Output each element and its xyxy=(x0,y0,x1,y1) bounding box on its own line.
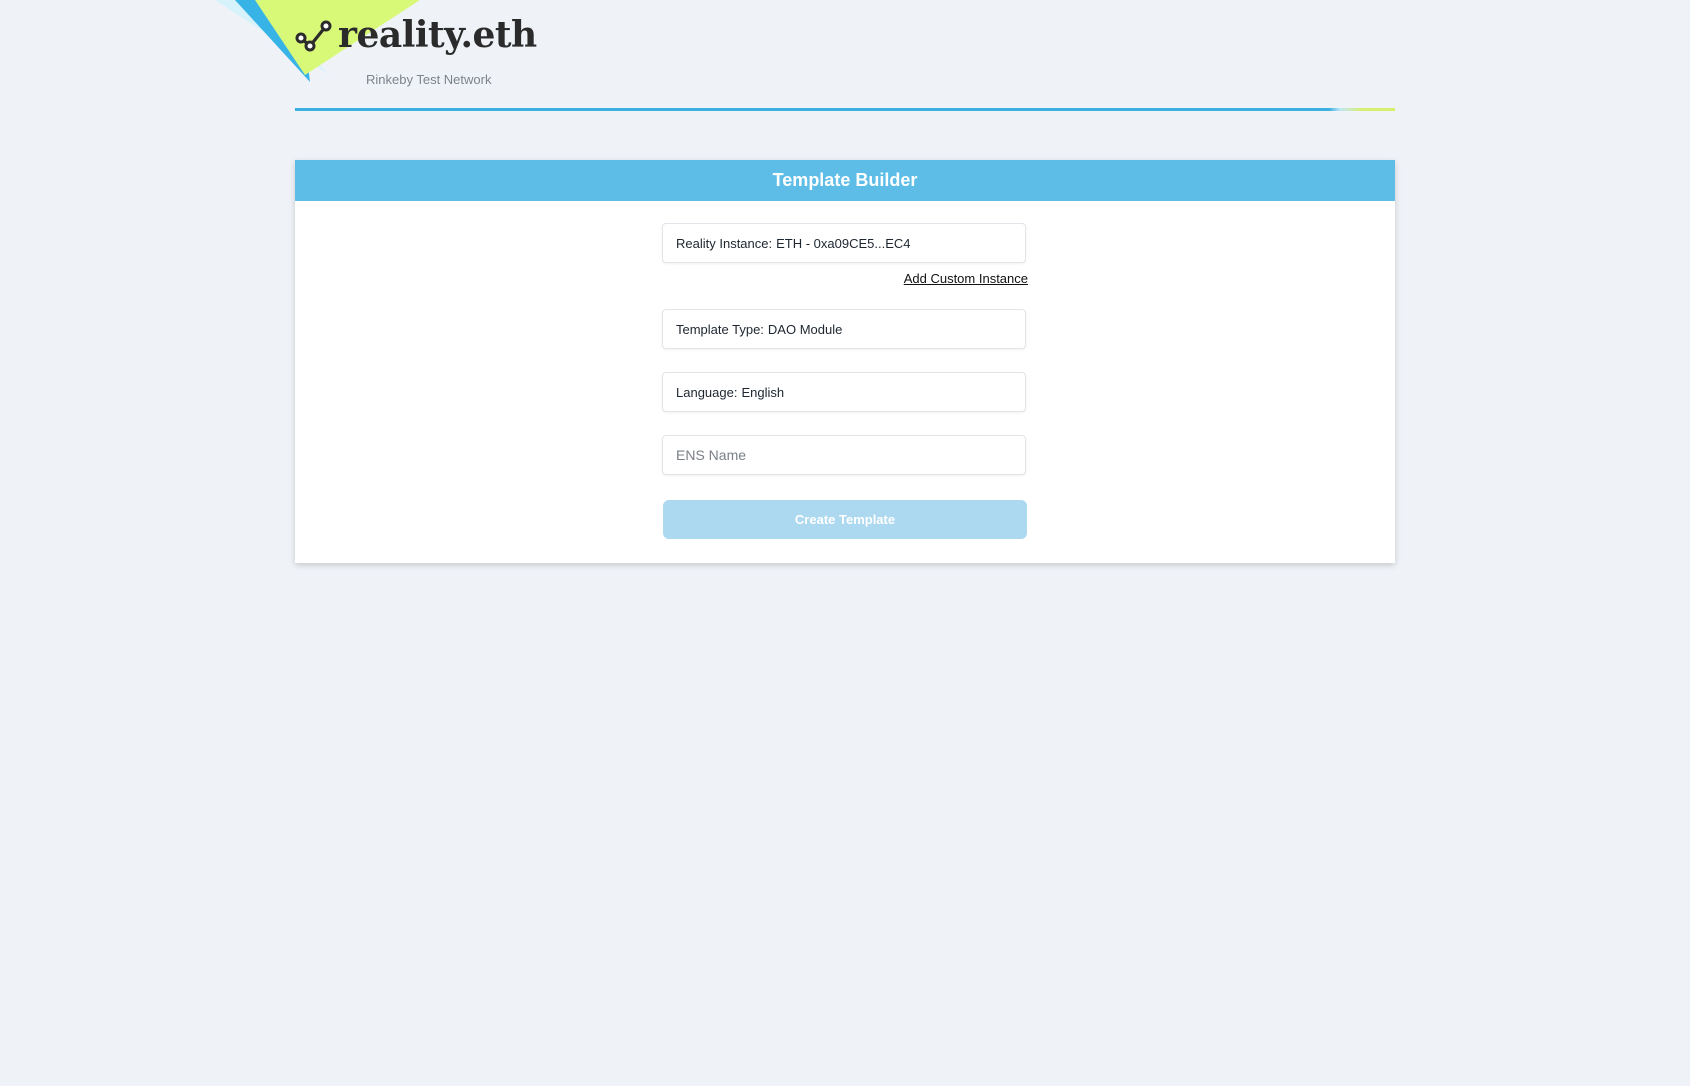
language-select[interactable]: Language: English xyxy=(662,372,1026,412)
reality-instance-value: ETH - 0xa09CE5...EC4 xyxy=(776,235,911,251)
network-label: Rinkeby Test Network xyxy=(366,72,492,87)
reality-instance-label: Reality Instance: xyxy=(676,235,773,251)
create-template-button[interactable]: Create Template xyxy=(663,500,1027,539)
ens-name-field[interactable] xyxy=(662,435,1026,475)
language-label: Language: xyxy=(676,384,738,400)
template-type-label: Template Type: xyxy=(676,321,764,337)
reality-instance-select[interactable]: Reality Instance: ETH - 0xa09CE5...EC4 xyxy=(662,223,1026,263)
template-type-value: DAO Module xyxy=(767,321,843,337)
ens-name-input[interactable] xyxy=(676,447,1006,463)
site-header: reality.eth Rinkeby Test Network xyxy=(0,0,1690,120)
node-graph-icon xyxy=(294,14,336,56)
language-value: English xyxy=(741,384,785,400)
add-custom-instance-link[interactable]: Add Custom Instance xyxy=(904,271,1028,286)
template-builder-panel: Template Builder Reality Instance: ETH -… xyxy=(295,160,1395,563)
brand-name: reality.eth xyxy=(338,14,537,56)
template-type-select[interactable]: Template Type: DAO Module xyxy=(662,309,1026,349)
panel-title: Template Builder xyxy=(295,160,1395,201)
header-divider xyxy=(295,108,1395,111)
brand-logo[interactable]: reality.eth xyxy=(294,14,537,56)
